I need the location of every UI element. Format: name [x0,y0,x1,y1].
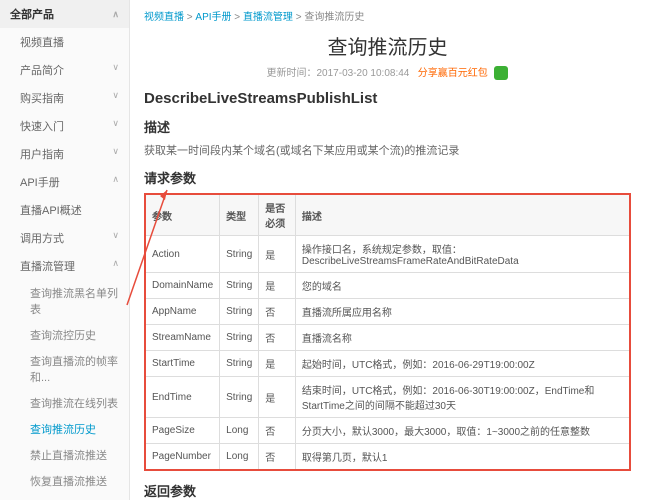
sidebar-item[interactable]: 快速入门∨ [0,112,129,140]
table-row: DomainNameString是您的域名 [145,273,630,299]
sidebar-item[interactable]: 产品简介∨ [0,56,129,84]
table-row: EndTimeString是结束时间，UTC格式，例如：2016-06-30T1… [145,377,630,418]
sidebar-subitem[interactable]: 查询推流历史 [0,416,129,442]
req-heading: 请求参数 [144,168,631,187]
crumb-d: 查询推流历史 [304,12,364,23]
request-params-table: 参数类型是否必须描述 ActionString是操作接口名，系统规定参数，取值：… [144,193,631,471]
sidebar-subitem[interactable]: 查询在线人数 [0,494,129,500]
table-row: StartTimeString是起始时间，UTC格式，例如：2016-06-29… [145,351,630,377]
wechat-icon[interactable] [494,66,508,80]
sidebar-subitem[interactable]: 查询推流在线列表 [0,390,129,416]
ret-heading: 返回参数 [144,481,631,500]
table-row: PageSizeLong否分页大小，默认3000，最大3000，取值：1~300… [145,418,630,444]
crumb-b[interactable]: API手册 [195,12,231,23]
crumb-a[interactable]: 视频直播 [144,12,184,23]
desc-text: 获取某一时间段内某个域名(或域名下某应用或某个流)的推流记录 [144,142,631,158]
page-meta: 更新时间：2017-03-20 10:08:44 分享赢百元红包 [144,64,631,80]
main-content: 视频直播 > API手册 > 直播流管理 > 查询推流历史 查询推流历史 更新时… [130,0,645,500]
sidebar-item[interactable]: 直播流管理∧ [0,252,129,280]
sidebar-item[interactable]: 购买指南∨ [0,84,129,112]
table-row: ActionString是操作接口名，系统规定参数，取值：DescribeLiv… [145,236,630,273]
sidebar-item[interactable]: 用户指南∨ [0,140,129,168]
sidebar-item-api[interactable]: API手册∧ [0,168,129,196]
share-link[interactable]: 分享赢百元红包 [418,68,488,79]
sidebar-all-products[interactable]: 全部产品∧ [0,0,129,28]
table-row: PageNumberLong否取得第几页，默认1 [145,444,630,471]
sidebar-subitem[interactable]: 查询直播流的帧率和... [0,348,129,390]
page-title: 查询推流历史 [144,31,631,60]
sidebar-item[interactable]: 直播API概述 [0,196,129,224]
sidebar-subitem[interactable]: 查询推流黑名单列表 [0,280,129,322]
table-row: StreamNameString否直播流名称 [145,325,630,351]
sidebar-subitem[interactable]: 查询流控历史 [0,322,129,348]
breadcrumb: 视频直播 > API手册 > 直播流管理 > 查询推流历史 [144,8,631,23]
sidebar-item[interactable]: 调用方式∨ [0,224,129,252]
crumb-c[interactable]: 直播流管理 [243,12,293,23]
table-row: AppNameString否直播流所属应用名称 [145,299,630,325]
sidebar-item[interactable]: 视频直播 [0,28,129,56]
desc-heading: 描述 [144,117,631,136]
api-name-heading: DescribeLiveStreamsPublishList [144,90,631,107]
sidebar-subitem[interactable]: 禁止直播流推送 [0,442,129,468]
sidebar: 全部产品∧ 视频直播产品简介∨购买指南∨快速入门∨用户指南∨ API手册∧ 直播… [0,0,130,500]
sidebar-subitem[interactable]: 恢复直播流推送 [0,468,129,494]
